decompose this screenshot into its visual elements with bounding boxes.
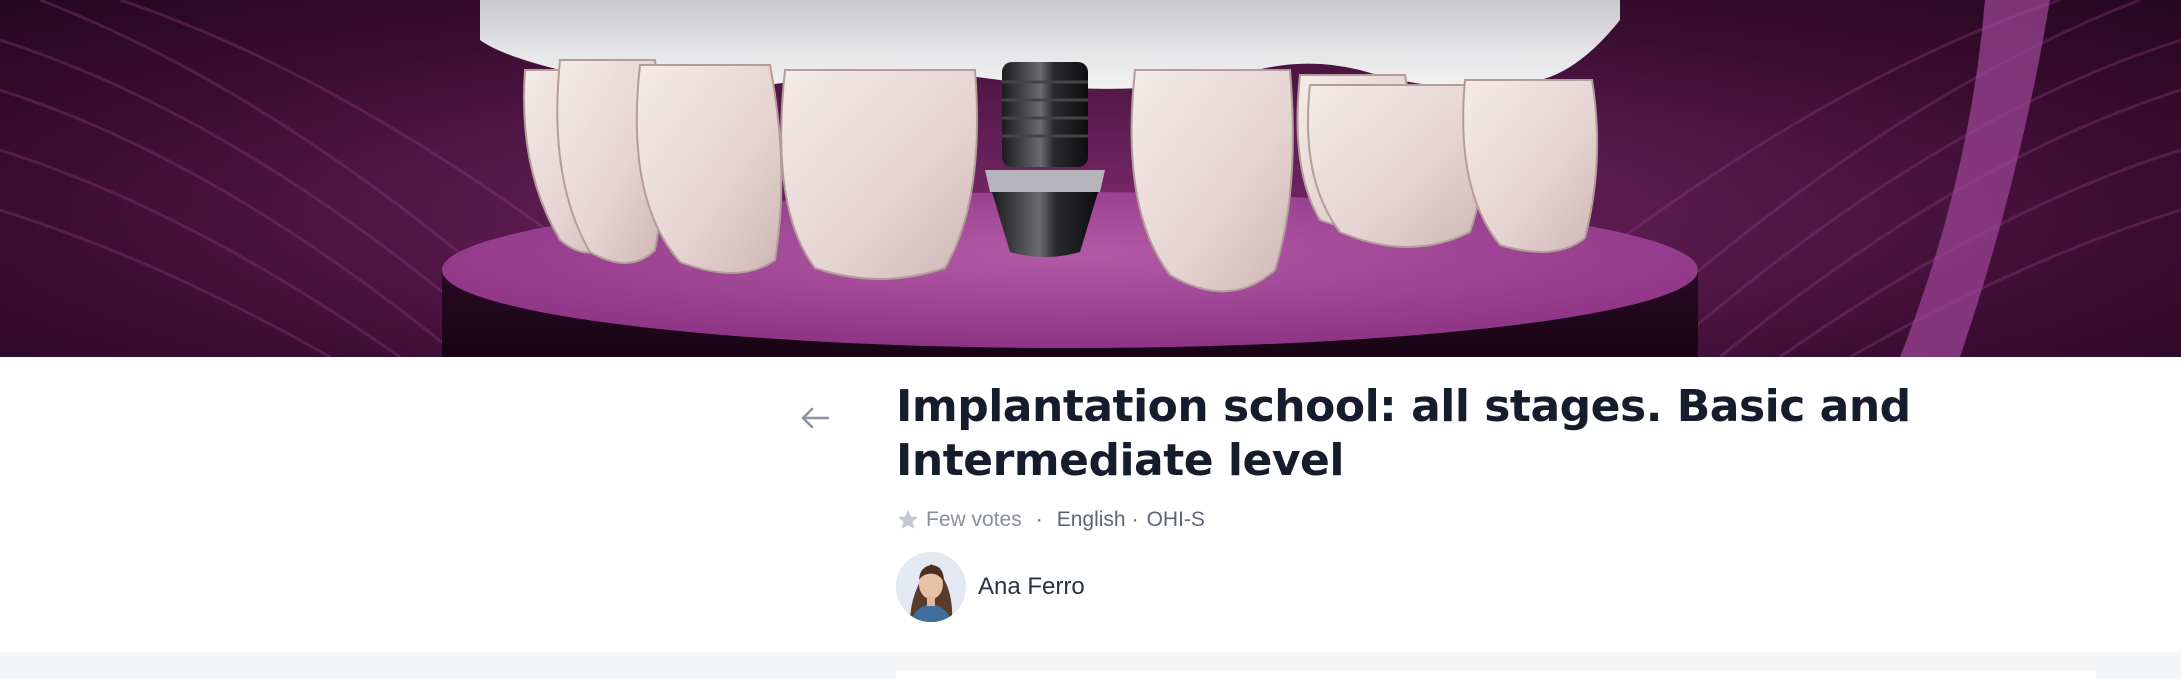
course-language: English [1056, 508, 1126, 531]
course-meta: Few votes · English · OHI-S [896, 506, 1205, 534]
avatar [896, 552, 966, 622]
course-provider[interactable]: OHI-S [1147, 508, 1205, 532]
course-author[interactable]: Ana Ferro [896, 551, 1085, 623]
meta-separator: · [1131, 508, 1139, 531]
back-button[interactable] [795, 398, 835, 438]
course-title: Implantation school: all stages. Basic a… [896, 381, 1911, 486]
meta-separator: · [1035, 508, 1043, 531]
course-banner-image [0, 0, 2181, 357]
star-icon [896, 508, 920, 532]
content-card [896, 670, 2096, 679]
author-name: Ana Ferro [978, 573, 1085, 600]
arrow-left-icon [801, 407, 830, 429]
rating-label: Few votes [926, 508, 1022, 531]
